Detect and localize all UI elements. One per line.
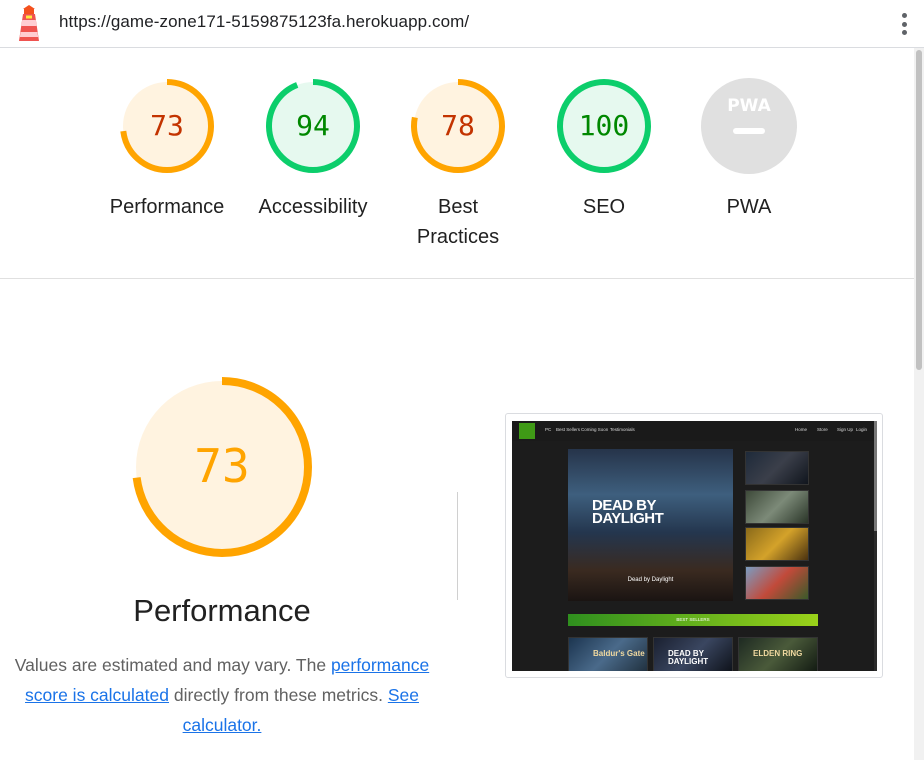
hero-title: DEAD BY DAYLIGHT: [592, 497, 664, 527]
side-thumbnail: [745, 490, 809, 524]
bottom-thumbnail-title: DEAD BY DAYLIGHT: [668, 649, 709, 666]
description-text: directly from these metrics.: [173, 685, 383, 705]
site-nav-item: Testimonials: [610, 427, 635, 432]
site-nav-item: Login: [856, 427, 868, 432]
gauge-score: 94: [296, 109, 330, 142]
score-gauges: 73 Performance 94 Accessibility 78 Best P…: [0, 48, 914, 279]
gauge-accessibility[interactable]: 94 Accessibility: [243, 76, 383, 222]
site-logo-icon: [519, 423, 535, 439]
bottom-thumbnail: DEAD BY DAYLIGHT: [653, 637, 733, 671]
site-navbar: PC Best Sellers Coming Soon Testimonials…: [512, 421, 877, 441]
bottom-thumbnail: Baldur's Gate: [568, 637, 648, 671]
site-nav-item: Store: [817, 427, 828, 432]
gauge-label: Performance: [109, 196, 225, 218]
side-thumbnail: [745, 451, 809, 485]
side-thumbnail: [745, 566, 809, 600]
top-bar: https://game-zone171-5159875123fa.heroku…: [0, 0, 924, 48]
gauge-pwa[interactable]: PWA PWA: [679, 76, 819, 222]
gauge-label: Best Practices: [416, 196, 500, 248]
performance-description: Values are estimated and may vary. The p…: [14, 650, 430, 740]
accessibility-gauge-ring: 94: [266, 79, 360, 173]
seo-gauge-ring: 100: [557, 79, 651, 173]
gauge-score: 100: [579, 109, 630, 142]
performance-big-score: 73: [194, 439, 249, 493]
side-thumbnail: [745, 527, 809, 561]
site-nav-item: Best Sellers: [556, 427, 581, 432]
gauge-seo[interactable]: 100 SEO: [534, 76, 674, 222]
performance-gauge-ring: 73: [120, 79, 214, 173]
gauge-performance[interactable]: 73 Performance: [97, 76, 237, 222]
bottom-thumbnail: ELDEN RING: [738, 637, 818, 671]
section-divider: [457, 492, 458, 600]
bottom-thumbnail-title: ELDEN RING: [753, 649, 803, 658]
site-nav-item: PC: [545, 427, 552, 432]
scrollbar-thumb[interactable]: [916, 50, 922, 370]
gauge-best-practices[interactable]: 78 Best Practices: [388, 76, 528, 252]
performance-title: Performance: [133, 593, 311, 628]
gauge-label: Accessibility: [258, 196, 368, 218]
hero-banner: DEAD BY DAYLIGHT Dead by Daylight: [568, 449, 733, 601]
page-screenshot[interactable]: PC Best Sellers Coming Soon Testimonials…: [505, 413, 883, 678]
site-nav-item: Coming Soon: [581, 427, 609, 432]
performance-big-gauge: 73: [132, 377, 312, 557]
bottom-thumbnail-title: Baldur's Gate: [593, 649, 645, 658]
screenshot-scrollbar: [874, 421, 877, 671]
lighthouse-icon: [19, 5, 39, 41]
screenshot-image: PC Best Sellers Coming Soon Testimonials…: [512, 421, 877, 671]
pwa-badge-text: PWA: [727, 96, 771, 116]
hero-caption: Dead by Daylight: [627, 577, 674, 583]
gauge-label: PWA: [726, 196, 772, 218]
pwa-badge-icon: PWA: [701, 78, 797, 174]
description-text: Values are estimated and may vary. The: [14, 655, 327, 675]
gauge-label: SEO: [582, 196, 626, 218]
best-practices-gauge-ring: 78: [411, 79, 505, 173]
kebab-menu-icon[interactable]: [894, 10, 914, 38]
site-nav-item: Home: [795, 427, 808, 432]
gauge-score: 73: [150, 109, 184, 142]
gauge-score: 78: [441, 109, 475, 142]
url-text[interactable]: https://game-zone171-5159875123fa.heroku…: [59, 12, 469, 32]
page-scrollbar[interactable]: [914, 48, 924, 760]
best-sellers-button: BEST SELLERS: [568, 614, 818, 626]
site-nav-item: Sign Up: [837, 427, 854, 432]
